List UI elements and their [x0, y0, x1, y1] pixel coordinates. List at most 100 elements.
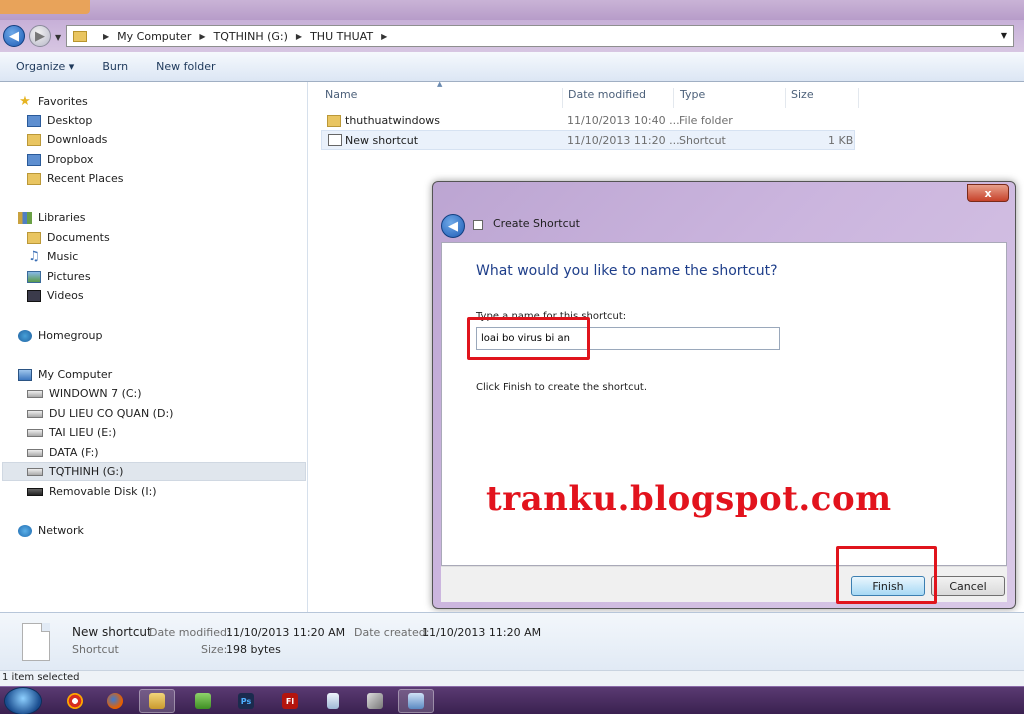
breadcrumb-my-computer[interactable]: My Computer: [117, 30, 191, 43]
nav-pictures[interactable]: Pictures: [27, 267, 91, 286]
nav-drive-i[interactable]: Removable Disk (I:): [27, 482, 157, 501]
column-name[interactable]: Name: [319, 88, 563, 108]
sort-up-icon: ▲: [437, 80, 443, 88]
new-folder-button[interactable]: New folder: [142, 60, 229, 73]
app-green-icon[interactable]: [185, 689, 221, 713]
column-type[interactable]: Type: [674, 88, 786, 108]
nav-drive-d[interactable]: DU LIEU CO QUAN (D:): [27, 404, 173, 423]
file-large-icon: [22, 623, 50, 661]
watermark-text: tranku.blogspot.com: [486, 479, 892, 519]
shortcut-name-input[interactable]: [476, 327, 780, 350]
computer-icon: [18, 368, 32, 381]
drive-icon: [27, 409, 43, 418]
documents-icon: [27, 231, 41, 244]
folder-icon: [327, 115, 341, 127]
explorer-icon[interactable]: [139, 689, 175, 713]
file-date: 11/10/2013 10:40 ...: [567, 114, 680, 127]
address-row: ◀ ▶ ▼ ▶ My Computer ▶ TQTHINH (G:) ▶ THU T…: [0, 20, 1024, 52]
shortcut-icon: [473, 220, 483, 230]
chevron-right-icon[interactable]: ▶: [199, 32, 205, 41]
back-arrow-button[interactable]: ◀: [441, 214, 465, 238]
star-icon: ★: [19, 93, 31, 109]
nav-downloads[interactable]: Downloads: [27, 130, 107, 149]
downloads-icon: [27, 133, 41, 146]
flash-icon[interactable]: Fl: [272, 689, 308, 713]
notepad-icon[interactable]: [315, 689, 351, 713]
homegroup-icon: [18, 329, 32, 342]
drive-icon: [27, 428, 43, 437]
close-button[interactable]: x: [967, 184, 1009, 202]
shortcut-icon: [328, 134, 342, 146]
chevron-right-icon[interactable]: ▶: [296, 32, 302, 41]
create-shortcut-dialog: x ◀ Create Shortcut What would you like …: [432, 181, 1016, 609]
nav-drive-e[interactable]: TAI LIEU (E:): [27, 423, 116, 442]
window-icon[interactable]: [398, 689, 434, 713]
nav-dropbox[interactable]: Dropbox: [27, 150, 93, 169]
file-row[interactable]: New shortcut 11/10/2013 11:20 ... Shortc…: [321, 130, 855, 150]
photoshop-icon[interactable]: Ps: [228, 689, 264, 713]
dropbox-icon: [27, 153, 41, 166]
chrome-icon[interactable]: [57, 689, 93, 713]
nav-recent-places[interactable]: Recent Places: [27, 169, 124, 188]
desktop-icon: [27, 114, 41, 127]
chevron-right-icon[interactable]: ▶: [381, 32, 387, 41]
details-date-created-label: Date created:: [354, 626, 430, 639]
nav-my-computer[interactable]: My Computer: [18, 365, 112, 384]
window-titlebar: [0, 0, 1024, 20]
details-date-modified-label: Date modified:: [149, 626, 231, 639]
status-bar: 1 item selected: [0, 670, 1024, 686]
nav-desktop[interactable]: Desktop: [27, 111, 92, 130]
nav-homegroup[interactable]: Homegroup: [18, 326, 102, 345]
column-size[interactable]: Size: [785, 88, 859, 108]
nav-drive-f[interactable]: DATA (F:): [27, 443, 99, 462]
pictures-icon: [27, 270, 41, 283]
cancel-button[interactable]: Cancel: [931, 576, 1005, 596]
details-file-name: New shortcut: [72, 625, 152, 639]
file-row[interactable]: thuthuatwindows 11/10/2013 10:40 ... Fil…: [321, 111, 855, 131]
address-bar[interactable]: ▶ My Computer ▶ TQTHINH (G:) ▶ THU THUAT ▶ …: [66, 25, 1014, 47]
drive-icon: [27, 448, 43, 457]
nav-music[interactable]: ♫ Music: [27, 247, 78, 266]
burn-button[interactable]: Burn: [88, 60, 142, 73]
details-date-created-value: 11/10/2013 11:20 AM: [422, 626, 542, 639]
folder-icon: [73, 30, 87, 42]
nav-libraries[interactable]: Libraries: [18, 208, 86, 227]
nav-documents[interactable]: Documents: [27, 228, 110, 247]
start-button[interactable]: [4, 687, 42, 714]
nav-drive-c[interactable]: WINDOWN 7 (C:): [27, 384, 142, 403]
file-name: thuthuatwindows: [345, 114, 441, 127]
dialog-title: Create Shortcut: [493, 217, 580, 230]
taskbar: Ps Fl: [0, 686, 1024, 714]
finish-button[interactable]: Finish: [851, 576, 925, 596]
breadcrumb-drive[interactable]: TQTHINH (G:): [214, 30, 288, 43]
column-date-modified[interactable]: Date modified: [562, 88, 674, 108]
organize-button[interactable]: Organize ▾: [0, 60, 88, 73]
titlebar-tab: [0, 0, 90, 14]
navigation-pane: ★ Favorites Desktop Downloads Dropbox Rec…: [0, 82, 308, 612]
recent-places-icon: [27, 172, 41, 185]
back-button[interactable]: ◀: [3, 25, 25, 47]
nav-network[interactable]: Network: [18, 521, 84, 540]
chevron-down-icon[interactable]: ▼: [1001, 31, 1007, 40]
drive-icon: [27, 389, 43, 398]
music-icon: ♫: [28, 248, 40, 264]
nav-favorites[interactable]: ★ Favorites: [18, 92, 88, 111]
nav-drive-g[interactable]: TQTHINH (G:): [2, 462, 306, 481]
firefox-icon[interactable]: [97, 689, 133, 713]
tools-icon[interactable]: [357, 689, 393, 713]
network-icon: [18, 524, 32, 537]
history-dropdown-icon[interactable]: ▼: [55, 33, 61, 42]
nav-videos[interactable]: Videos: [27, 286, 84, 305]
libraries-icon: [18, 211, 32, 224]
details-pane: New shortcut Shortcut Date modified: 11/…: [0, 612, 1024, 670]
dialog-heading: What would you like to name the shortcut…: [476, 263, 778, 279]
finish-hint: Click Finish to create the shortcut.: [476, 382, 648, 393]
breadcrumb-folder[interactable]: THU THUAT: [310, 30, 373, 43]
dialog-footer: Finish Cancel: [441, 566, 1007, 602]
forward-button[interactable]: ▶: [29, 25, 51, 47]
videos-icon: [27, 289, 41, 302]
shortcut-name-label: Type a name for this shortcut:: [476, 311, 627, 322]
file-size: 1 KB: [828, 134, 854, 147]
removable-disk-icon: [27, 487, 43, 496]
file-date: 11/10/2013 11:20 ...: [567, 134, 680, 147]
